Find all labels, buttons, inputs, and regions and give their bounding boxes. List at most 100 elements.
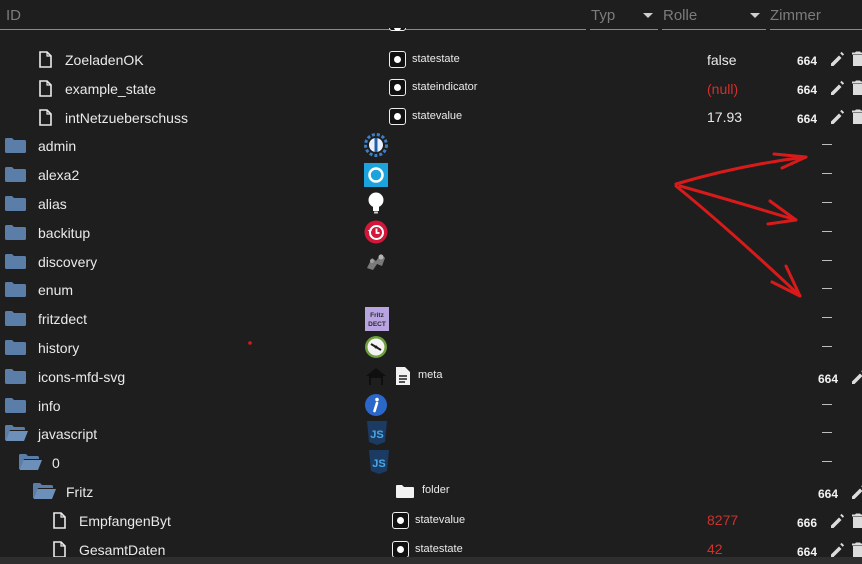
delete-icon[interactable]: [851, 513, 862, 529]
room-value: 664: [797, 83, 818, 97]
folder-icon[interactable]: [5, 369, 26, 384]
room-value: 666: [797, 516, 818, 530]
table-row[interactable]: EmpfangenByt statevalue 8277 666: [0, 506, 862, 535]
lightbulb-icon: [368, 192, 384, 214]
delete-icon[interactable]: [851, 109, 862, 125]
edit-icon[interactable]: [829, 109, 845, 125]
horizontal-scrollbar[interactable]: [0, 557, 862, 564]
file-icon: [39, 109, 52, 126]
empty-room-dash: [822, 346, 832, 347]
tree-folder-fritzdect[interactable]: fritzdect Fritz DECT: [0, 304, 862, 333]
folder-name: alias: [38, 196, 67, 212]
js-icon-text: JS: [372, 458, 385, 470]
folder-name: history: [38, 340, 80, 356]
folder-name: fritzdect: [38, 311, 88, 327]
folder-name: backitup: [38, 225, 91, 241]
folder-name: enum: [38, 282, 74, 298]
empty-room-dash: [822, 144, 832, 145]
table-row[interactable]: ZoeladenOK statestate false 664: [0, 45, 862, 74]
folder-name: info: [38, 398, 61, 414]
table-row[interactable]: example_state stateindicator (null) 664: [0, 74, 862, 103]
delete-icon[interactable]: [851, 542, 862, 558]
meta-file-icon: [396, 367, 410, 385]
role-filter-select[interactable]: Rolle: [662, 0, 766, 30]
role-label: stateindicator: [412, 81, 478, 93]
role-icon: [392, 541, 409, 558]
object-name: ZoeladenOK: [65, 52, 144, 68]
history-chart-icon: [365, 336, 387, 358]
id-filter-placeholder: ID: [6, 7, 21, 24]
state-value[interactable]: 8277: [707, 512, 738, 528]
edit-icon[interactable]: [850, 484, 862, 500]
tree-folder-info[interactable]: info: [0, 391, 862, 420]
edit-icon[interactable]: [829, 51, 845, 67]
empty-room-dash: [822, 173, 832, 174]
tree-folder-backitup[interactable]: backitup: [0, 218, 862, 247]
edit-icon[interactable]: [829, 542, 845, 558]
room-filter-field[interactable]: Zimmer: [770, 0, 862, 30]
folder-open-icon[interactable]: [5, 425, 28, 441]
state-value[interactable]: (null): [707, 81, 738, 97]
edit-icon[interactable]: [850, 369, 862, 385]
folder-name: icons-mfd-svg: [38, 369, 126, 385]
empty-room-dash: [822, 404, 832, 405]
admin-gear-icon: [364, 133, 388, 157]
state-value[interactable]: 17.93: [707, 109, 742, 125]
folder-open-icon[interactable]: [33, 483, 56, 499]
folder-name: Fritz: [66, 484, 94, 500]
backup-clock-icon: [364, 220, 388, 244]
delete-icon[interactable]: [851, 28, 862, 29]
folder-icon[interactable]: [5, 398, 26, 413]
empty-room-dash: [822, 288, 832, 289]
delete-icon[interactable]: [851, 51, 862, 67]
role-icon: [392, 512, 409, 529]
folder-icon[interactable]: [5, 138, 26, 153]
room-value: 664: [797, 112, 818, 126]
delete-icon[interactable]: [851, 80, 862, 96]
edit-icon[interactable]: [829, 80, 845, 96]
edit-icon[interactable]: [829, 28, 845, 29]
empty-room-dash: [822, 260, 832, 261]
discovery-icon: [367, 254, 385, 270]
file-icon: [39, 51, 52, 68]
folder-open-icon[interactable]: [19, 454, 42, 470]
file-icon: [39, 80, 52, 97]
state-value[interactable]: false: [707, 52, 737, 68]
tree-folder-fritz[interactable]: Fritz folder 664: [0, 477, 862, 506]
id-filter-field[interactable]: ID: [0, 0, 586, 30]
chevron-down-icon: [643, 13, 653, 18]
js-icon: JS: [369, 450, 389, 474]
tree-folder-icons-mfd-svg[interactable]: icons-mfd-svg meta 664: [0, 362, 862, 391]
table-header: ID Typ Rolle Zimmer: [0, 0, 862, 30]
table-row[interactable]: 664: [0, 28, 862, 44]
tree-folder-javascript[interactable]: javascript JS: [0, 419, 862, 448]
folder-icon[interactable]: [5, 254, 26, 269]
tree-folder-admin[interactable]: admin: [0, 131, 862, 160]
folder-name: admin: [38, 138, 77, 154]
edit-icon[interactable]: [829, 513, 845, 529]
folder-icon[interactable]: [5, 167, 26, 182]
type-filter-select[interactable]: Typ: [590, 0, 658, 30]
folder-icon[interactable]: [5, 340, 26, 355]
folder-icon[interactable]: [5, 311, 26, 326]
folder-name: javascript: [38, 426, 98, 442]
tree-folder-alias[interactable]: alias: [0, 189, 862, 218]
type-label: folder: [422, 484, 450, 496]
tree-folder-alexa2[interactable]: alexa2: [0, 160, 862, 189]
room-value: 664: [797, 28, 817, 30]
folder-icon[interactable]: [5, 225, 26, 240]
object-name: intNetzueberschuss: [65, 110, 188, 126]
tree-folder-discovery[interactable]: discovery: [0, 247, 862, 276]
table-row[interactable]: intNetzueberschuss statevalue 17.93 664: [0, 103, 862, 132]
folder-icon[interactable]: [5, 282, 26, 297]
tree-folder-0[interactable]: 0 JS: [0, 448, 862, 477]
state-value[interactable]: 42: [707, 541, 723, 557]
empty-room-dash: [822, 231, 832, 232]
type-folder-icon: [396, 485, 414, 498]
folder-icon[interactable]: [5, 196, 26, 211]
role-label: statestate: [415, 543, 463, 555]
tree-folder-history[interactable]: history: [0, 333, 862, 362]
tree-folder-enum[interactable]: enum: [0, 275, 862, 304]
empty-room-dash: [822, 461, 832, 462]
fritzdect-icon: Fritz DECT: [365, 307, 389, 331]
